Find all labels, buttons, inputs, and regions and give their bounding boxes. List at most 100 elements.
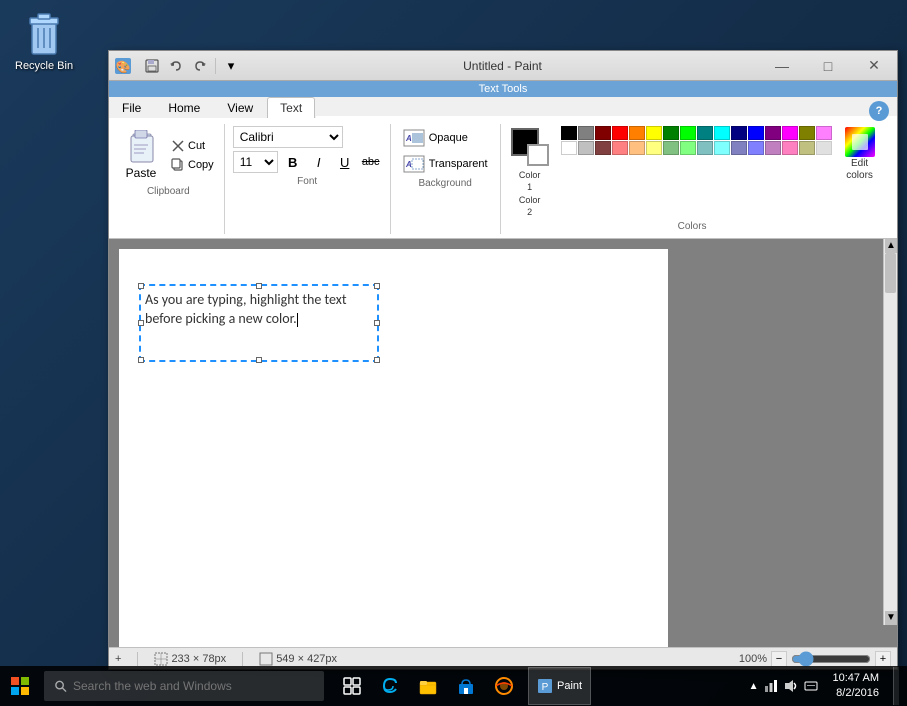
maximize-button[interactable]: □ (805, 51, 851, 81)
color-swatch[interactable] (731, 126, 747, 140)
recycle-bin-icon[interactable]: Recycle Bin (15, 10, 73, 72)
resize-handle-br[interactable] (374, 357, 380, 363)
app-icon: 🎨 (109, 54, 137, 78)
tab-view[interactable]: View (214, 97, 266, 118)
text-cursor (297, 313, 298, 327)
zoom-in-button[interactable]: + (875, 651, 891, 667)
color-swatch[interactable] (561, 141, 577, 155)
paint-canvas[interactable]: As you are typing, highlight the text be… (119, 249, 668, 647)
colors-section-label: Colors (509, 221, 876, 232)
color-swatch[interactable] (714, 141, 730, 155)
qat-dropdown[interactable]: ▾ (220, 56, 242, 76)
zoom-out-button[interactable]: − (771, 651, 787, 667)
edge-button[interactable] (374, 670, 406, 702)
canvas-area[interactable]: As you are typing, highlight the text be… (109, 239, 897, 647)
start-button[interactable] (0, 666, 40, 706)
ie-button[interactable] (488, 670, 520, 702)
color-swatch[interactable] (697, 141, 713, 155)
search-input[interactable] (73, 679, 314, 693)
opaque-button[interactable]: A Opaque (399, 126, 492, 150)
tab-home[interactable]: Home (155, 97, 213, 118)
color-swatch[interactable] (646, 141, 662, 155)
resize-handle-mr[interactable] (374, 320, 380, 326)
canvas-text[interactable]: As you are typing, highlight the text be… (145, 290, 373, 329)
underline-button[interactable]: U (334, 151, 356, 173)
color-swatch[interactable] (595, 141, 611, 155)
color-swatch[interactable] (663, 126, 679, 140)
tab-text[interactable]: Text (267, 97, 315, 118)
save-button[interactable] (141, 56, 163, 76)
undo-button[interactable] (165, 56, 187, 76)
cut-button[interactable]: Cut (167, 137, 218, 155)
color-swatch[interactable] (714, 126, 730, 140)
color-swatch[interactable] (663, 141, 679, 155)
tab-file[interactable]: File (109, 97, 154, 118)
taskbar-paint-button[interactable]: P Paint (528, 667, 591, 705)
color-swatch[interactable] (799, 126, 815, 140)
explorer-button[interactable] (412, 670, 444, 702)
task-view-button[interactable] (336, 670, 368, 702)
color-swatch[interactable] (731, 141, 747, 155)
color-swatch[interactable] (697, 126, 713, 140)
font-name-select[interactable]: Calibri (233, 126, 343, 148)
svg-text:🎨: 🎨 (116, 59, 131, 74)
resize-handle-ml[interactable] (138, 320, 144, 326)
resize-handle-tr[interactable] (374, 283, 380, 289)
canvas-size-icon (259, 652, 273, 666)
close-button[interactable]: ✕ (851, 51, 897, 81)
color-swatch[interactable] (578, 141, 594, 155)
color-swatch[interactable] (629, 126, 645, 140)
minimize-button[interactable]: — (759, 51, 805, 81)
redo-button[interactable] (189, 56, 211, 76)
resize-handle-tl[interactable] (138, 283, 144, 289)
color-swatch[interactable] (782, 126, 798, 140)
vertical-scrollbar[interactable]: ▲ ▼ (883, 239, 897, 625)
color-swatch[interactable] (816, 126, 832, 140)
color-swatch[interactable] (765, 141, 781, 155)
italic-button[interactable]: I (308, 151, 330, 173)
paste-button[interactable]: Paste (119, 126, 163, 184)
edit-colors-label: Editcolors (846, 158, 873, 182)
background-section-label: Background (399, 178, 492, 189)
color-swatch[interactable] (578, 126, 594, 140)
taskbar-search[interactable] (44, 671, 324, 701)
color2-swatch[interactable] (527, 144, 549, 166)
clipboard-section: Paste Cut (113, 124, 225, 234)
resize-handle-bl[interactable] (138, 357, 144, 363)
color-swatch[interactable] (646, 126, 662, 140)
resize-handle-tc[interactable] (256, 283, 262, 289)
color-swatch[interactable] (680, 141, 696, 155)
color-palette (561, 126, 832, 155)
systray-chevron[interactable]: ▲ (749, 681, 759, 692)
color-swatch[interactable] (765, 126, 781, 140)
transparent-button[interactable]: A Transparent (399, 152, 492, 176)
show-desktop-button[interactable] (893, 667, 899, 705)
color-swatch[interactable] (629, 141, 645, 155)
color-swatch[interactable] (612, 141, 628, 155)
color-swatch[interactable] (595, 126, 611, 140)
font-section: Calibri 11 B I U abc Font (225, 124, 391, 234)
help-button[interactable]: ? (869, 101, 889, 121)
color-swatch[interactable] (748, 126, 764, 140)
color-swatch[interactable] (680, 126, 696, 140)
color-swatch[interactable] (561, 126, 577, 140)
desktop: Recycle Bin 🎨 (0, 0, 907, 706)
edit-colors-button[interactable]: Editcolors (844, 126, 876, 182)
font-size-select[interactable]: 11 (233, 151, 278, 173)
zoom-slider[interactable] (791, 651, 871, 667)
color-swatch[interactable] (748, 141, 764, 155)
bold-button[interactable]: B (282, 151, 304, 173)
store-button[interactable] (450, 670, 482, 702)
color-swatch[interactable] (782, 141, 798, 155)
copy-button[interactable]: Copy (167, 156, 218, 174)
system-clock[interactable]: 10:47 AM 8/2/2016 (827, 671, 885, 702)
search-icon (54, 679, 67, 693)
strikethrough-button[interactable]: abc (360, 151, 382, 173)
paint-window: 🎨 ▾ Untitled - Paint — □ ✕ (108, 50, 898, 670)
resize-handle-bc[interactable] (256, 357, 262, 363)
canvas-size-text: 549 × 427px (276, 653, 337, 665)
color-swatch[interactable] (816, 141, 832, 155)
color-swatch[interactable] (799, 141, 815, 155)
color-swatch[interactable] (612, 126, 628, 140)
text-selection-box[interactable]: As you are typing, highlight the text be… (139, 284, 379, 362)
